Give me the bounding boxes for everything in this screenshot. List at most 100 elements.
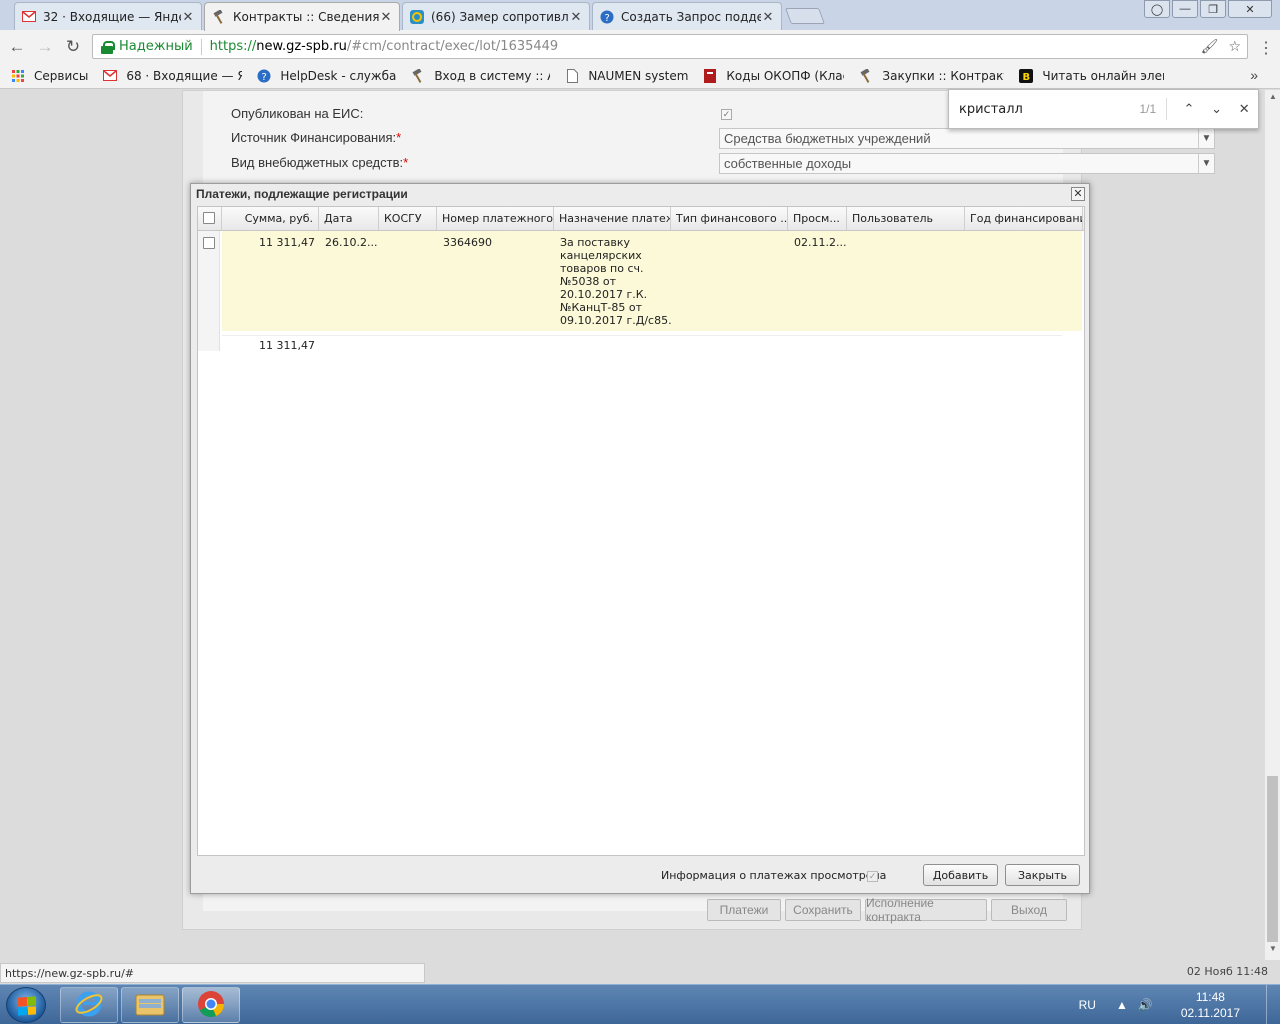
brush-icon[interactable]: 🖌 bbox=[1201, 39, 1219, 55]
folder-icon bbox=[135, 991, 165, 1020]
select-all-column bbox=[198, 207, 222, 230]
divider bbox=[200, 38, 202, 55]
bookmark-label: Читать онлайн элект bbox=[1042, 68, 1165, 83]
contract-execution-button[interactable]: Исполнение контракта bbox=[865, 896, 987, 924]
tab-support-request[interactable]: ? Создать Запрос поддерж ✕ bbox=[592, 2, 782, 30]
payments-viewed-checkbox[interactable]: ✓ bbox=[867, 871, 878, 882]
chrome-icon bbox=[196, 989, 226, 1022]
cell-amount: 11 311,47 bbox=[259, 236, 315, 249]
tab-close-icon[interactable]: ✕ bbox=[379, 9, 393, 25]
minimize-button[interactable]: — bbox=[1172, 0, 1198, 18]
bookmark-login[interactable]: Вход в систему :: АИ bbox=[410, 68, 550, 84]
more-bookmarks-icon[interactable]: » bbox=[1250, 67, 1258, 83]
close-icon[interactable]: ✕ bbox=[1230, 101, 1258, 117]
tray-icons: ▲🔊 bbox=[1116, 998, 1163, 1012]
tab-close-icon[interactable]: ✕ bbox=[761, 9, 775, 25]
find-bar: кристалл 1/1 ⌃ ⌄ ✕ bbox=[948, 89, 1259, 129]
tab-mail-inbox[interactable]: 32 · Входящие — Яндекс ✕ bbox=[14, 2, 202, 30]
bookmark-purchases[interactable]: Закупки :: Контракты bbox=[858, 68, 1004, 84]
select-all-checkbox[interactable] bbox=[203, 212, 215, 224]
column-header-payment-number[interactable]: Номер платежного... bbox=[437, 207, 554, 230]
exit-button[interactable]: Выход bbox=[991, 899, 1067, 921]
lock-icon bbox=[101, 40, 115, 54]
bookmark-label: Вход в систему :: АИ bbox=[434, 68, 550, 83]
bookmarks-bar: Сервисы 68 · Входящие — Янд ? HelpDesk -… bbox=[0, 63, 1280, 89]
chevron-down-icon[interactable]: ⌄ bbox=[1203, 101, 1231, 117]
language-indicator[interactable]: RU bbox=[1079, 998, 1096, 1012]
forward-arrow-icon[interactable]: → bbox=[34, 36, 56, 58]
save-button[interactable]: Сохранить bbox=[785, 899, 861, 921]
bookmark-label: Коды ОКОПФ (Класс bbox=[726, 68, 845, 83]
column-header-funding-year[interactable]: Год финансирования bbox=[965, 207, 1083, 230]
taskbar-chrome[interactable] bbox=[182, 987, 240, 1023]
close-window-button[interactable]: ✕ bbox=[1228, 0, 1272, 18]
bookmark-read-online[interactable]: B Читать онлайн элект bbox=[1018, 68, 1164, 84]
bookmark-label: Закупки :: Контракты bbox=[882, 68, 1004, 83]
address-toolbar: ← → ↻ Надежный https:// new.gz-spb.ru /#… bbox=[0, 30, 1280, 63]
show-desktop-button[interactable] bbox=[1266, 985, 1280, 1024]
table-row[interactable]: 11 311,47 26.10.2... 3364690 За поставку… bbox=[222, 231, 1082, 331]
help-icon: ? bbox=[256, 68, 272, 84]
grid-header: Сумма, руб. Дата КОСГУ Номер платежного.… bbox=[198, 207, 1084, 231]
windows-logo-icon bbox=[18, 996, 36, 1016]
column-header-finance-type[interactable]: Тип финансового ... bbox=[671, 207, 788, 230]
internet-explorer-icon bbox=[74, 989, 104, 1022]
new-tab-button[interactable] bbox=[785, 8, 825, 24]
column-header-viewed[interactable]: Просм... bbox=[788, 207, 847, 230]
find-input[interactable]: кристалл bbox=[959, 102, 1127, 117]
scroll-up-icon[interactable]: ▲ bbox=[1265, 92, 1280, 106]
close-icon[interactable]: ✕ bbox=[1071, 187, 1085, 201]
mail-icon bbox=[21, 9, 37, 25]
page-scrollbar[interactable]: ▲ ▼ bbox=[1264, 90, 1280, 960]
taskbar-file-explorer[interactable] bbox=[121, 987, 179, 1023]
column-header-user[interactable]: Пользователь bbox=[847, 207, 965, 230]
tab-measurement[interactable]: (66) Замер сопротивлен ✕ bbox=[402, 2, 590, 30]
column-header-kosgu[interactable]: КОСГУ bbox=[379, 207, 437, 230]
summary-row: 11 311,47 bbox=[222, 335, 1062, 353]
published-checkbox[interactable]: ✓ bbox=[721, 109, 732, 120]
row-checkbox[interactable] bbox=[203, 237, 215, 249]
clock[interactable]: 11:48 02.11.2017 bbox=[1181, 989, 1240, 1021]
page-icon bbox=[564, 68, 580, 84]
cell-date: 26.10.2... bbox=[325, 236, 378, 249]
window-controls: ◯ — ❐ ✕ bbox=[1144, 0, 1272, 18]
cell-payment-number: 3364690 bbox=[443, 236, 492, 249]
back-arrow-icon[interactable]: ← bbox=[6, 36, 28, 58]
url-bar[interactable]: Надежный https:// new.gz-spb.ru /#cm/con… bbox=[92, 34, 1248, 59]
profile-icon[interactable]: ◯ bbox=[1144, 0, 1170, 18]
find-count: 1/1 bbox=[1139, 102, 1157, 116]
star-icon[interactable]: ☆ bbox=[1228, 39, 1241, 55]
speaker-icon[interactable]: 🔊 bbox=[1138, 998, 1163, 1012]
add-button[interactable]: Добавить bbox=[923, 864, 998, 886]
bookmark-okopf[interactable]: Коды ОКОПФ (Класс bbox=[702, 68, 844, 84]
menu-icon[interactable]: ⋮ bbox=[1258, 38, 1274, 58]
taskbar-internet-explorer[interactable] bbox=[60, 987, 118, 1023]
funding-source-select[interactable]: Средства бюджетных учреждений ▼ bbox=[719, 128, 1215, 149]
offbudget-select[interactable]: собственные доходы ▼ bbox=[719, 153, 1215, 174]
bookmark-helpdesk[interactable]: ? HelpDesk - служба те bbox=[256, 68, 396, 84]
payments-dialog: Платежи, подлежащие регистрации ✕ Сумма,… bbox=[190, 183, 1090, 894]
tab-close-icon[interactable]: ✕ bbox=[181, 9, 195, 25]
scrollbar-thumb[interactable] bbox=[1267, 776, 1278, 942]
show-hidden-icons-icon[interactable]: ▲ bbox=[1116, 998, 1138, 1012]
dialog-title: Платежи, подлежащие регистрации bbox=[196, 187, 408, 201]
start-button[interactable] bbox=[6, 987, 46, 1023]
column-header-date[interactable]: Дата bbox=[319, 207, 379, 230]
restore-button[interactable]: ❐ bbox=[1200, 0, 1226, 18]
divider bbox=[1166, 98, 1168, 120]
tab-title: (66) Замер сопротивлен bbox=[431, 9, 569, 24]
bookmark-mail[interactable]: 68 · Входящие — Янд bbox=[102, 68, 242, 84]
chevron-up-icon[interactable]: ⌃ bbox=[1175, 101, 1203, 117]
payments-button[interactable]: Платежи bbox=[707, 899, 781, 921]
close-button[interactable]: Закрыть bbox=[1005, 864, 1080, 886]
tab-close-icon[interactable]: ✕ bbox=[569, 9, 583, 25]
tab-contracts[interactable]: Контракты :: Сведения о ✕ bbox=[204, 2, 400, 31]
scroll-down-icon[interactable]: ▼ bbox=[1265, 944, 1280, 958]
reload-icon[interactable]: ↻ bbox=[62, 36, 84, 58]
bookmark-services[interactable]: Сервисы bbox=[10, 68, 88, 84]
svg-text:B: B bbox=[1023, 72, 1031, 83]
column-header-payment-purpose[interactable]: Назначение платежа bbox=[554, 207, 671, 230]
column-header-amount[interactable]: Сумма, руб. bbox=[222, 207, 319, 230]
windows-taskbar: RU ▲🔊 11:48 02.11.2017 bbox=[0, 984, 1280, 1024]
bookmark-naumen[interactable]: NAUMEN system bbox=[564, 68, 688, 84]
